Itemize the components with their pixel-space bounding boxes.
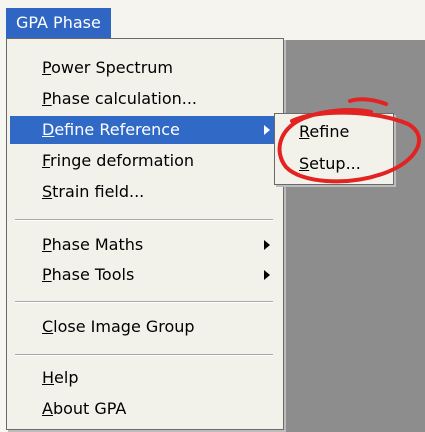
define-reference-submenu: Refine Setup... [274, 113, 394, 185]
menu-item-label: lose Image Group [53, 317, 195, 336]
menu-separator [15, 301, 273, 303]
submenu-arrow-icon [264, 125, 270, 135]
menu-item-label: P [42, 265, 52, 284]
menu-title-label: GPA Phase [16, 13, 101, 32]
submenu-item-label: efine [309, 122, 350, 141]
menu-item-label: bout GPA [52, 399, 127, 418]
submenu-item-label: etup... [309, 154, 361, 173]
menu-item-label: hase Tools [51, 265, 135, 284]
menu-item-define-reference[interactable]: Define Reference [10, 116, 280, 144]
menu-item-label: P [42, 58, 52, 77]
menu-item-label: S [42, 182, 53, 201]
submenu-arrow-icon [264, 270, 270, 280]
menu-separator [15, 354, 273, 356]
menu-item-label: P [42, 89, 52, 108]
gpa-phase-menu-title[interactable]: GPA Phase [6, 8, 111, 38]
menu-item-label: P [42, 235, 52, 254]
menu-bar: GPA Phase [0, 0, 425, 40]
submenu-arrow-icon [264, 240, 270, 250]
gpa-phase-dropdown-menu: Power Spectrum Phase calculation... Defi… [6, 38, 284, 430]
menu-item-label: F [42, 151, 51, 170]
workspace-background [278, 40, 425, 432]
menu-item-label: elp [54, 368, 79, 387]
menu-item-phase-maths[interactable]: Phase Maths [10, 231, 280, 259]
menu-item-phase-tools[interactable]: Phase Tools [10, 261, 280, 289]
menu-item-power-spectrum[interactable]: Power Spectrum [10, 54, 280, 82]
menu-item-label: A [42, 399, 53, 418]
menu-item-help[interactable]: Help [10, 364, 280, 392]
menu-item-label: C [42, 317, 54, 336]
menu-item-label: ringe deformation [50, 151, 195, 170]
menu-item-label: hase calculation... [51, 89, 198, 108]
menu-item-label: efine Reference [54, 120, 180, 139]
menu-item-label: hase Maths [51, 235, 144, 254]
menu-item-label: D [42, 120, 55, 139]
submenu-item-setup[interactable]: Setup... [277, 150, 391, 178]
menu-item-strain-field[interactable]: Strain field... [10, 178, 280, 206]
submenu-item-refine[interactable]: Refine [277, 118, 391, 146]
menu-separator [15, 219, 273, 221]
submenu-item-label: R [299, 122, 310, 141]
menu-item-label: ower Spectrum [51, 58, 173, 77]
menu-item-fringe-deformation[interactable]: Fringe deformation [10, 147, 280, 175]
menu-item-close-image-group[interactable]: Close Image Group [10, 313, 280, 341]
submenu-item-label: S [299, 154, 310, 173]
menu-item-about-gpa[interactable]: About GPA [10, 395, 280, 423]
menu-item-label: train field... [52, 182, 145, 201]
menu-item-phase-calculation[interactable]: Phase calculation... [10, 85, 280, 113]
menu-item-label: H [42, 368, 55, 387]
